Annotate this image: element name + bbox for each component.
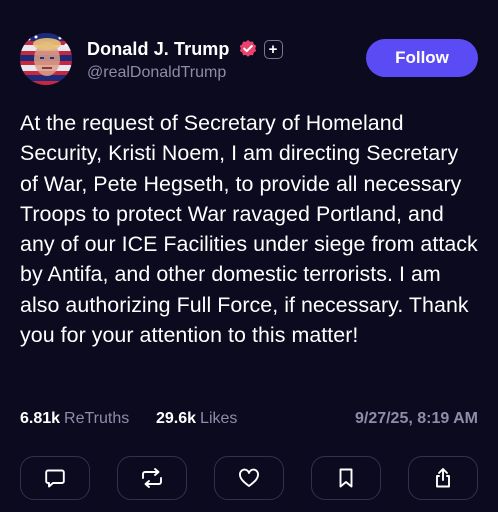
reply-button[interactable]: [20, 456, 90, 500]
post-timestamp: 9/27/25, 8:19 AM: [354, 410, 478, 427]
share-button[interactable]: [408, 456, 478, 500]
author-name-row: Donald J. Trump +: [87, 37, 283, 61]
retruths-stat[interactable]: 6.81k ReTruths: [20, 410, 129, 428]
retruth-button[interactable]: [117, 456, 187, 500]
action-bar: [20, 456, 478, 502]
likes-stat[interactable]: 29.6k Likes: [156, 410, 237, 428]
author-handle[interactable]: @realDonaldTrump: [87, 64, 226, 82]
share-icon: [436, 468, 450, 488]
verified-badge-icon: [238, 39, 258, 59]
likes-label: Likes: [200, 410, 238, 427]
display-name[interactable]: Donald J. Trump: [87, 39, 230, 60]
bookmark-button[interactable]: [311, 456, 381, 500]
likes-count: 29.6k: [156, 410, 197, 427]
like-icon: [239, 468, 259, 487]
retruth-icon: [142, 468, 162, 488]
follow-button[interactable]: Follow: [366, 39, 478, 77]
post-stats: 6.81k ReTruths 29.6k Likes 9/27/25, 8:19…: [20, 410, 478, 432]
reply-icon: [45, 469, 65, 488]
flag-portrait-avatar: [20, 33, 72, 85]
post-text: At the request of Secretary of Homeland …: [20, 111, 478, 348]
plus-badge: +: [263, 39, 283, 59]
truth-post: Donald J. Trump + @realDonaldTrump Follo…: [0, 0, 498, 512]
retruths-count: 6.81k: [20, 410, 61, 427]
like-button[interactable]: [214, 456, 284, 500]
bookmark-icon: [339, 468, 353, 488]
retruths-label: ReTruths: [64, 410, 130, 427]
avatar[interactable]: [20, 33, 72, 85]
